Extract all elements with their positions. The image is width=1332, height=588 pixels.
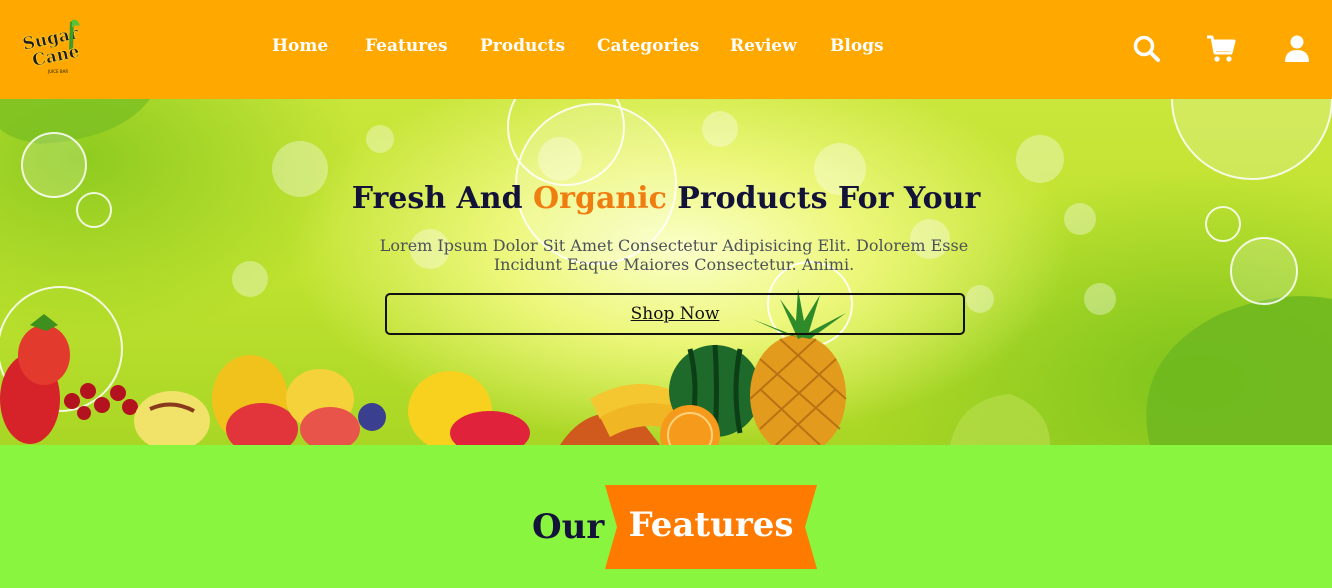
- nav-blogs[interactable]: Blogs: [830, 36, 890, 56]
- nav-categories[interactable]: Categories: [597, 36, 730, 56]
- hero-title: Fresh And Organic Products For Your: [0, 181, 1332, 216]
- brand-logo[interactable]: Sugar Cane JUICE BAR: [20, 18, 84, 76]
- user-icon[interactable]: [1282, 34, 1312, 64]
- hero-banner: Fresh And Organic Products For Your Lore…: [0, 99, 1332, 445]
- hero-title-pre: Fresh And: [351, 181, 534, 216]
- search-icon[interactable]: [1132, 34, 1162, 64]
- nav-products[interactable]: Products: [480, 36, 597, 56]
- site-header: Sugar Cane JUICE BAR Home Features Produ…: [0, 0, 1332, 99]
- nav-review[interactable]: Review: [730, 36, 830, 56]
- section-title-features: Features: [628, 505, 794, 545]
- svg-text:JUICE BAR: JUICE BAR: [47, 69, 68, 74]
- main-nav: Home Features Products Categories Review…: [272, 36, 890, 56]
- cart-icon[interactable]: [1206, 34, 1236, 64]
- hero-description: Lorem Ipsum Dolor Sit Amet Consectetur A…: [379, 236, 969, 274]
- shop-now-button[interactable]: Shop Now: [385, 293, 965, 335]
- nav-features[interactable]: Features: [365, 36, 480, 56]
- logo-graphic: Sugar Cane JUICE BAR: [21, 19, 82, 74]
- features-section: Our Features: [0, 445, 1332, 588]
- section-title-ribbon: Features: [605, 485, 817, 569]
- nav-home[interactable]: Home: [272, 36, 365, 56]
- hero-title-post: Products For Your: [666, 181, 981, 216]
- hero-title-highlight: Organic: [533, 181, 667, 216]
- section-title-our: Our: [532, 507, 605, 547]
